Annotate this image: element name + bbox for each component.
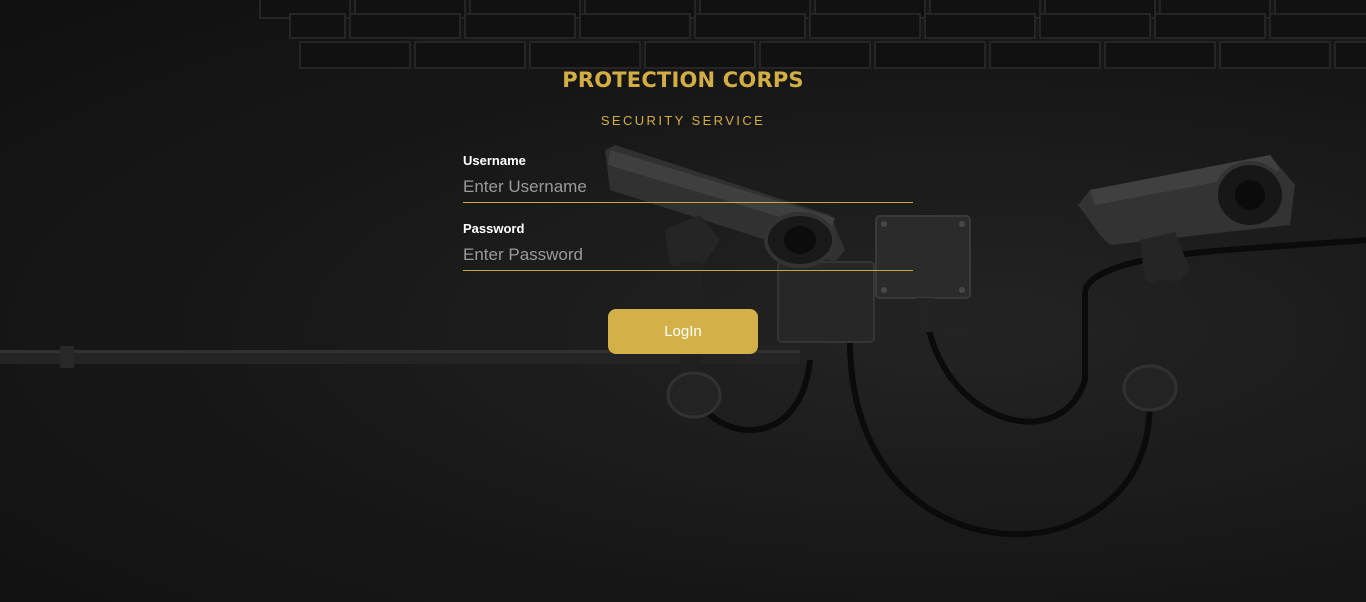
password-field-group: Password <box>463 221 913 271</box>
brand-subtitle: SECURITY SERVICE <box>600 113 766 128</box>
login-button[interactable]: LogIn <box>608 309 758 354</box>
username-label: Username <box>463 153 526 168</box>
username-field-group: Username <box>463 153 913 203</box>
brand-title: PROTECTION CORPS <box>562 68 804 92</box>
login-page: PROTECTION CORPS SECURITY SERVICE Userna… <box>0 0 1366 602</box>
password-label: Password <box>463 221 525 236</box>
username-input[interactable] <box>463 169 913 203</box>
password-input[interactable] <box>463 237 913 271</box>
